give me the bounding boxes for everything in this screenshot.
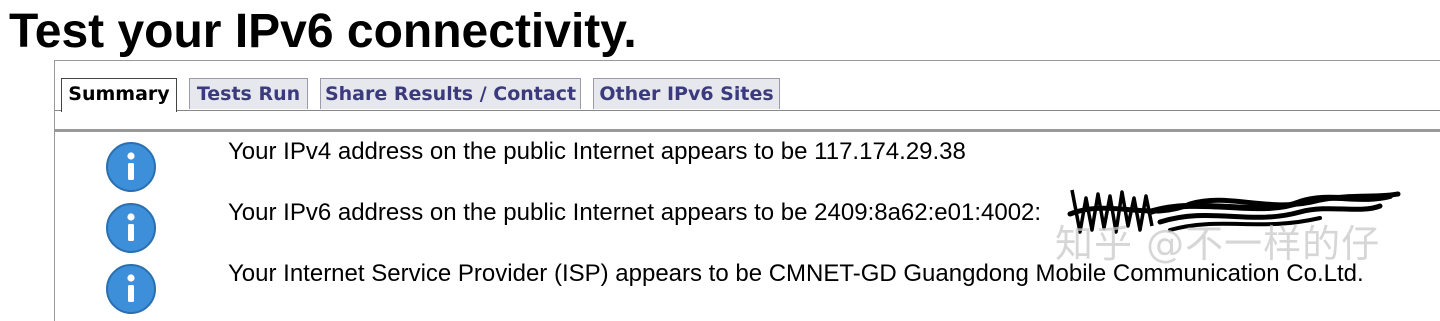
tab-share-results-contact[interactable]: Share Results / Contact	[320, 78, 581, 109]
info-icon	[106, 264, 156, 314]
tab-divider	[55, 110, 1440, 111]
tab-summary[interactable]: Summary	[61, 78, 177, 112]
ipv6-address-text: Your IPv6 address on the public Internet…	[228, 199, 1042, 226]
info-icon	[106, 203, 156, 253]
result-row-isp: Your Internet Service Provider (ISP) app…	[105, 259, 1440, 315]
content-divider	[55, 129, 1440, 132]
ipv4-address-text: Your IPv4 address on the public Internet…	[228, 138, 966, 165]
info-icon	[106, 142, 156, 192]
tab-bar: Summary Tests Run Share Results / Contac…	[55, 61, 1440, 132]
result-row-ipv4: Your IPv4 address on the public Internet…	[105, 137, 1440, 193]
result-row-ipv6: Your IPv6 address on the public Internet…	[105, 198, 1440, 254]
page-title: Test your IPv6 connectivity.	[9, 5, 637, 58]
results-panel: Summary Tests Run Share Results / Contac…	[54, 60, 1440, 321]
tab-other-ipv6-sites[interactable]: Other IPv6 Sites	[593, 78, 780, 109]
tab-tests-run[interactable]: Tests Run	[189, 78, 308, 109]
isp-text: Your Internet Service Provider (ISP) app…	[228, 260, 1364, 287]
